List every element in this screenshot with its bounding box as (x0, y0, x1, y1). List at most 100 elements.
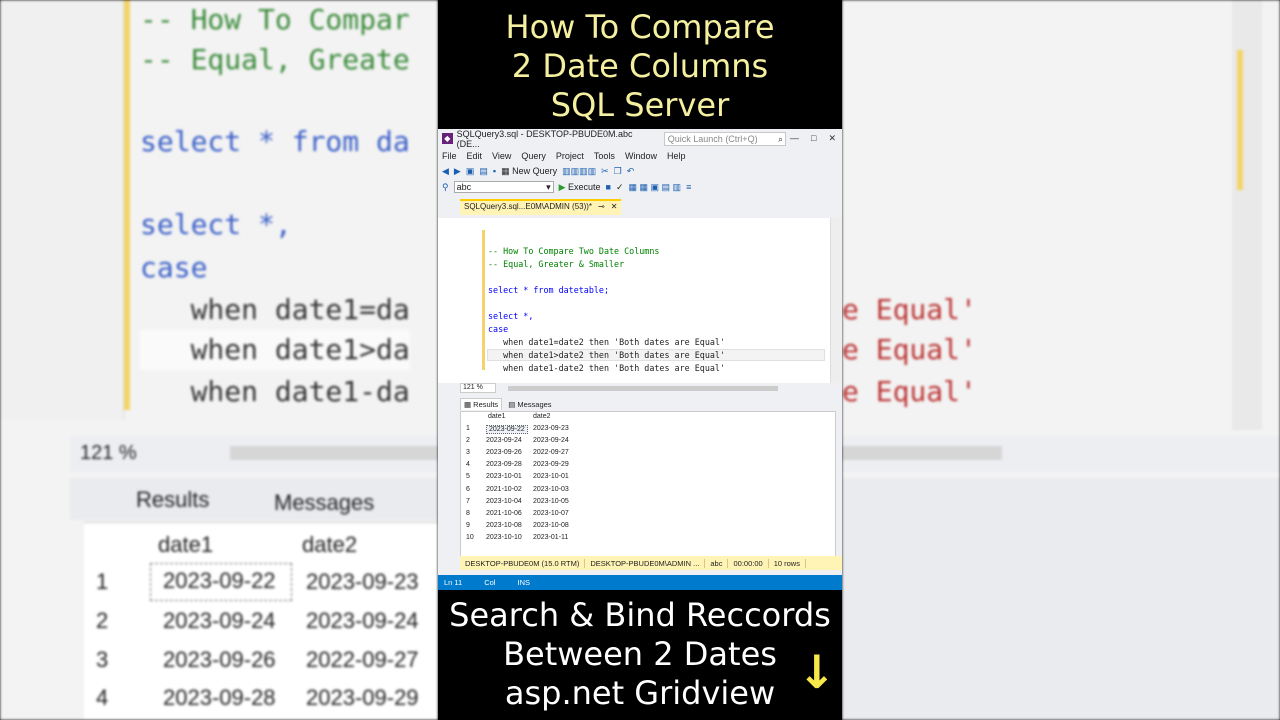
bg-cell: 2023-09-26 (163, 647, 276, 672)
menu-help[interactable]: Help (667, 151, 686, 161)
row-number[interactable]: 1 (466, 425, 470, 432)
parse-icon[interactable]: ✓ (616, 182, 624, 193)
quick-launch-input[interactable]: Quick Launch (Ctrl+Q) ⌕ (663, 131, 787, 146)
menu-tools[interactable]: Tools (594, 151, 615, 161)
cell-date2[interactable]: 2022-09-27 (533, 449, 569, 456)
menu-edit[interactable]: Edit (467, 151, 483, 161)
cell-date1[interactable]: 2023-09-26 (486, 449, 522, 456)
row-number[interactable]: 3 (466, 449, 470, 456)
stop-icon[interactable]: ■ (606, 182, 611, 192)
maximize-button[interactable]: □ (811, 133, 816, 144)
comment-icon[interactable]: ≡ (686, 182, 691, 192)
editor-scrollbar[interactable] (830, 218, 842, 383)
cell-date2[interactable]: 2023-09-29 (533, 461, 569, 468)
cell-date2[interactable]: 2023-10-03 (533, 486, 569, 493)
zoom-select[interactable]: 121 % (460, 383, 496, 393)
row-number[interactable]: 6 (466, 486, 470, 493)
title-bar: ◆ SQLQuery3.sql - DESKTOP-PBUDE0M.abc (D… (438, 129, 842, 149)
code-line[interactable]: -- Equal, Greater & Smaller (488, 259, 624, 269)
new-item-icon[interactable]: ▣ (466, 166, 475, 177)
bg-right-equal-3: e Equal' (842, 375, 977, 408)
code-line[interactable]: -- How To Compare Two Date Columns (488, 246, 659, 256)
code-line[interactable]: case (488, 324, 508, 334)
tab-results[interactable]: ▦ Results (460, 398, 503, 410)
row-number[interactable]: 5 (466, 473, 470, 480)
bg-when-3: when date1-da (140, 375, 410, 408)
open-icon[interactable]: ▤ (479, 166, 488, 177)
cell-date2[interactable]: 2023-10-05 (533, 498, 569, 505)
tab-messages[interactable]: ▤ Messages (508, 400, 551, 409)
query-tools-icon[interactable]: ▥▥▥▥ (562, 166, 596, 177)
cell-date2[interactable]: 2023-10-01 (533, 473, 569, 480)
cell-date1[interactable]: 2021-10-02 (486, 486, 522, 493)
cell-date1[interactable]: 2023-09-24 (486, 437, 522, 444)
cell-date2[interactable]: 2023-10-07 (533, 510, 569, 517)
search-icon[interactable]: ⌕ (778, 133, 783, 145)
cell-date2[interactable]: 2023-09-23 (533, 425, 569, 432)
arrow-down-icon: ↓ (797, 645, 836, 699)
query-editor[interactable]: -- How To Compare Two Date Columns -- Equ… (438, 218, 842, 383)
plan-icons[interactable]: ▦ ▦ ▣ ▤ ▥ (629, 182, 682, 193)
row-number[interactable]: 10 (466, 534, 474, 541)
database-value: abc (456, 182, 472, 192)
bg-case: case (140, 251, 208, 284)
zoomed-background-left: -- How To Compar -- Equal, Greate select… (0, 0, 438, 720)
connect-icon[interactable]: ⚲ (442, 182, 449, 193)
status-ins: INS (517, 578, 530, 587)
execute-button[interactable]: ▶ Execute (559, 182, 601, 193)
new-query-button[interactable]: ▦ New Query (501, 166, 557, 177)
bg-row-num: 4 (96, 685, 109, 710)
cell-date1[interactable]: 2023-09-22 (486, 425, 528, 434)
row-number[interactable]: 4 (466, 461, 470, 468)
pin-icon[interactable]: ⊸ (598, 202, 605, 214)
cell-date1[interactable]: 2021-10-06 (486, 510, 522, 517)
menu-file[interactable]: File (442, 151, 457, 161)
cell-date1[interactable]: 2023-10-08 (486, 522, 522, 529)
cell-date1[interactable]: 2023-10-10 (486, 534, 522, 541)
cut-icon[interactable]: ✂ (601, 166, 609, 177)
column-header-date2[interactable]: date2 (533, 413, 551, 420)
menu-project[interactable]: Project (556, 151, 584, 161)
cta-banner: Search & Bind Reccords Between 2 Dates a… (438, 590, 842, 720)
tab-sqlquery3[interactable]: SQLQuery3.sql...E0M\ADMIN (53))* ⊸ ✕ (460, 199, 622, 215)
copy-icon[interactable]: ❐ (614, 166, 622, 177)
tab-close-icon[interactable]: ✕ (611, 202, 618, 214)
cell-date2[interactable]: 2023-01-11 (533, 534, 568, 541)
minimize-button[interactable]: — (790, 133, 799, 144)
status-user: DESKTOP-PBUDE0M\ADMIN ... (585, 558, 706, 568)
menu-window[interactable]: Window (625, 151, 657, 161)
back-icon[interactable]: ◀ (442, 166, 449, 177)
code-line[interactable]: when date1-date2 then 'Both dates are Eq… (488, 363, 725, 373)
close-button[interactable]: ✕ (828, 133, 836, 144)
code-line[interactable]: when date1=date2 then 'Both dates are Eq… (488, 337, 725, 347)
code-line[interactable]: select *, (488, 311, 533, 321)
cell-date1[interactable]: 2023-10-01 (486, 473, 522, 480)
cta-line-1: Search & Bind Reccords (449, 596, 831, 634)
row-number[interactable]: 7 (466, 498, 470, 505)
menu-view[interactable]: View (492, 151, 511, 161)
code-line[interactable]: when date1>date2 then 'Both dates are Eq… (487, 349, 825, 361)
bg-results-tab: Results (136, 487, 210, 512)
status-db: abc (705, 558, 729, 568)
row-number[interactable]: 2 (466, 437, 470, 444)
column-header-date1[interactable]: date1 (488, 413, 506, 420)
undo-icon[interactable]: ↶ (627, 166, 635, 177)
row-number[interactable]: 9 (466, 522, 470, 529)
cell-date2[interactable]: 2023-09-24 (533, 437, 569, 444)
save-icon[interactable]: ▪ (493, 166, 496, 176)
cell-date2[interactable]: 2023-10-08 (533, 522, 569, 529)
code-line[interactable]: select * from datetable; (488, 285, 609, 295)
row-number[interactable]: 8 (466, 510, 470, 517)
bg-col-date1: date1 (158, 532, 214, 557)
messages-tab-label: Messages (517, 399, 552, 409)
ssms-window: ◆ SQLQuery3.sql - DESKTOP-PBUDE0M.abc (D… (438, 129, 842, 590)
new-query-icon: ▦ (501, 165, 513, 176)
database-select[interactable]: abc ▾ (453, 181, 554, 193)
menu-bar: File Edit View Query Project Tools Windo… (438, 148, 842, 163)
cell-date1[interactable]: 2023-10-04 (486, 498, 522, 505)
horizontal-scrollbar[interactable] (508, 386, 778, 391)
cell-date1[interactable]: 2023-09-28 (486, 461, 522, 468)
results-grid[interactable]: date1 date2 1 2023-09-22 2023-09-23 2 2023-0… (460, 411, 836, 557)
menu-query[interactable]: Query (521, 151, 546, 161)
forward-icon[interactable]: ▶ (454, 166, 461, 177)
